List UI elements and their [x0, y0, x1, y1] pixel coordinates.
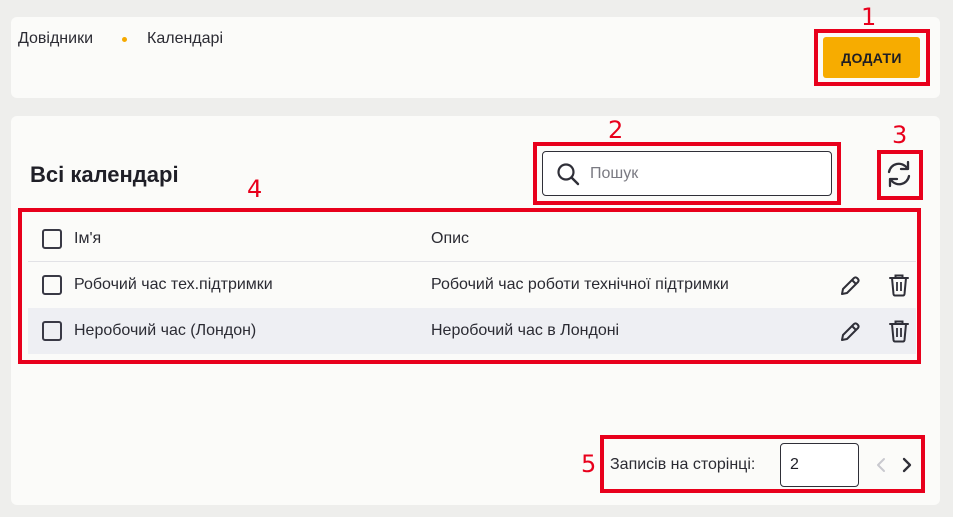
annotation-number-4: 4: [247, 175, 263, 203]
breadcrumb-separator-dot: [122, 36, 128, 42]
breadcrumb-item-calendars: Календарі: [147, 30, 223, 47]
annotation-number-2: 2: [608, 116, 624, 144]
annotation-number-5: 5: [581, 450, 597, 478]
highlight-box-search: [533, 142, 841, 205]
highlight-box-refresh: [877, 150, 923, 200]
annotation-number-3: 3: [892, 121, 908, 149]
annotation-number-1: 1: [861, 3, 877, 31]
highlight-box-table: [18, 208, 921, 364]
breadcrumb: Довідники Календарі: [18, 30, 223, 48]
highlight-box-add: [814, 29, 930, 86]
breadcrumb-item-directories[interactable]: Довідники: [18, 30, 93, 48]
page-title: Всі календарі: [30, 162, 179, 187]
highlight-box-pagination: [600, 435, 925, 493]
